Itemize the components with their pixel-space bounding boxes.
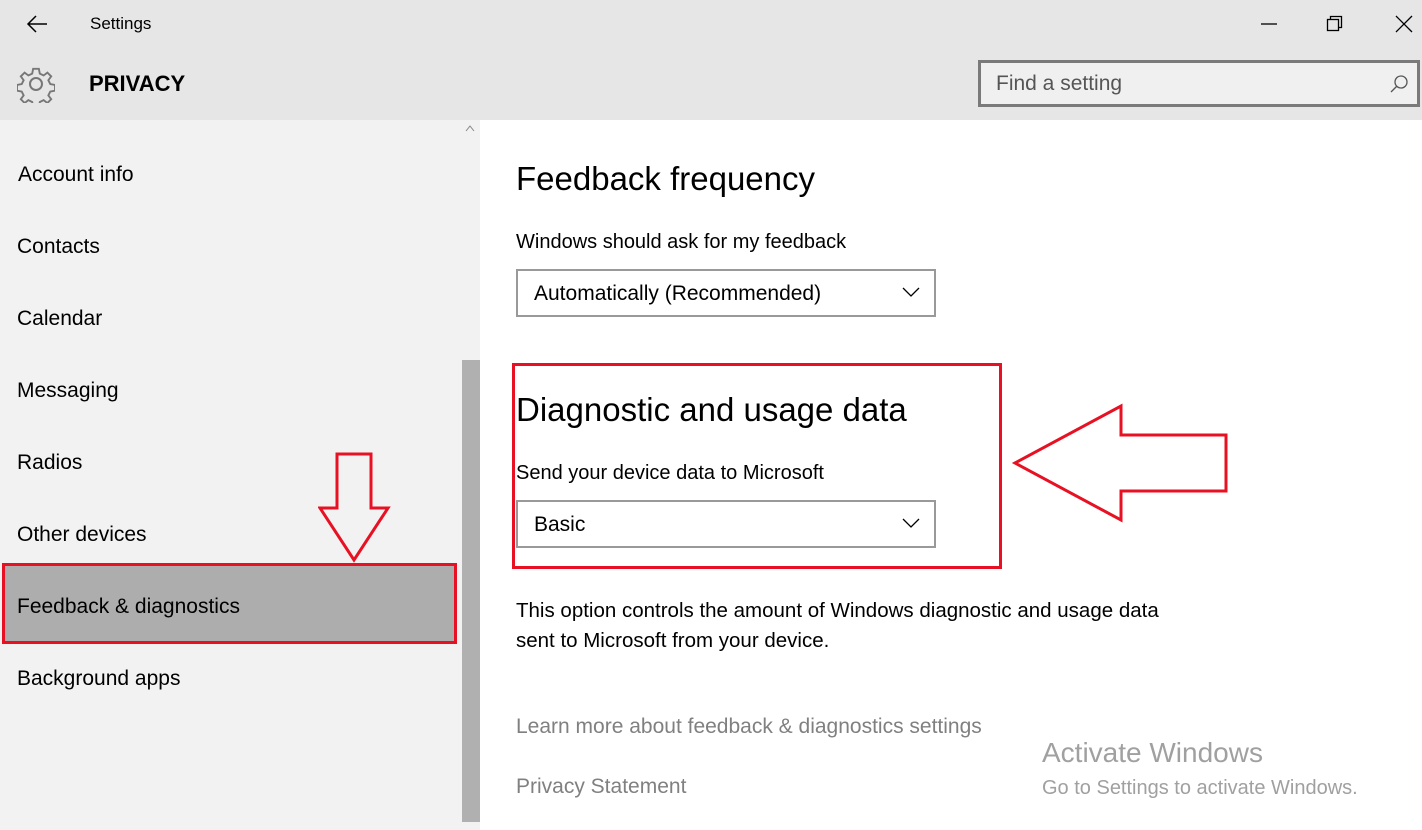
down-arrow-annotation [318, 452, 391, 563]
activate-windows-subtitle: Go to Settings to activate Windows. [1042, 777, 1358, 799]
minimize-icon[interactable] [1260, 22, 1278, 26]
diagnostic-data-dropdown[interactable]: Basic [516, 500, 936, 548]
search-input[interactable]: Find a setting [978, 60, 1420, 107]
diagnostic-data-value: Basic [534, 513, 586, 536]
scroll-up-icon[interactable] [465, 124, 475, 132]
left-arrow-annotation [1011, 403, 1228, 523]
window-title: Settings [90, 14, 152, 33]
search-placeholder: Find a setting [996, 72, 1123, 95]
search-icon[interactable] [1389, 74, 1409, 94]
sidebar-item-other-devices[interactable]: Other devices [17, 523, 147, 547]
sidebar-item-contacts[interactable]: Contacts [17, 235, 100, 259]
feedback-heading: Feedback frequency [516, 160, 816, 197]
learn-more-link[interactable]: Learn more about feedback & diagnostics … [516, 715, 982, 739]
sidebar-item-calendar[interactable]: Calendar [17, 307, 102, 331]
feedback-label: Windows should ask for my feedback [516, 231, 847, 253]
restore-icon[interactable] [1326, 15, 1344, 33]
scrollbar-thumb[interactable] [462, 360, 480, 822]
diagnostic-label: Send your device data to Microsoft [516, 462, 824, 484]
feedback-frequency-dropdown[interactable]: Automatically (Recommended) [516, 269, 936, 317]
feedback-frequency-value: Automatically (Recommended) [534, 282, 822, 305]
chevron-down-icon [902, 287, 920, 297]
gear-icon [17, 67, 55, 103]
close-icon[interactable] [1395, 15, 1413, 33]
sidebar [0, 120, 480, 830]
activate-windows-title: Activate Windows [1042, 737, 1263, 768]
diagnostic-heading: Diagnostic and usage data [516, 391, 907, 428]
sidebar-item-account-info[interactable]: Account info [18, 163, 134, 187]
title-bar: Settings PRIVACY Find a setting [0, 0, 1422, 120]
sidebar-item-feedback-diagnostics[interactable]: Feedback & diagnostics [17, 595, 240, 619]
privacy-statement-link[interactable]: Privacy Statement [516, 775, 686, 799]
back-arrow-icon[interactable] [26, 14, 48, 34]
chevron-down-icon [902, 518, 920, 528]
sidebar-item-messaging[interactable]: Messaging [17, 379, 119, 403]
sidebar-item-background-apps[interactable]: Background apps [17, 667, 180, 691]
sidebar-item-radios[interactable]: Radios [17, 451, 82, 475]
section-title: PRIVACY [89, 71, 186, 96]
description-text: This option controls the amount of Windo… [516, 599, 1159, 652]
